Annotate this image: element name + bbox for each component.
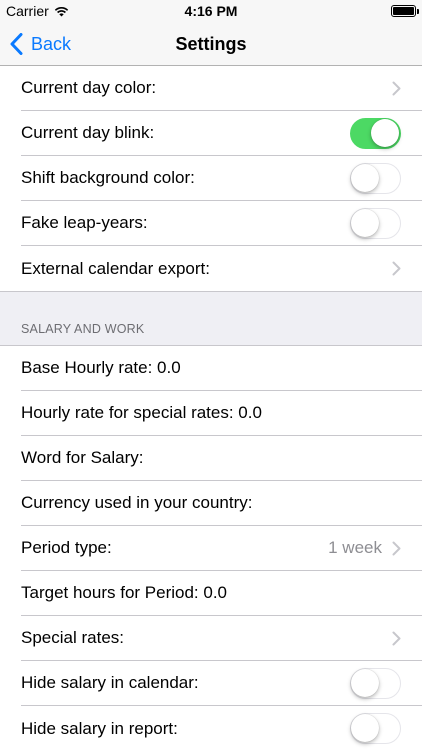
settings-row-word-for-salary[interactable]: Word for Salary: xyxy=(21,436,422,481)
settings-row-hourly-rate-for-special-rates-0-0[interactable]: Hourly rate for special rates: 0.0 xyxy=(21,391,422,436)
settings-row-special-rates[interactable]: Special rates: xyxy=(21,616,422,661)
settings-row-detail: 1 week xyxy=(328,538,382,557)
settings-row-label: Target hours for Period: 0.0 xyxy=(21,583,228,602)
settings-row-base-hourly-rate-0-0[interactable]: Base Hourly rate: 0.0 xyxy=(21,346,422,391)
settings-row-target-hours-for-period-0-0[interactable]: Target hours for Period: 0.0 xyxy=(21,571,422,616)
settings-row-accessory xyxy=(392,81,401,96)
chevron-right-icon xyxy=(392,261,401,276)
battery-level xyxy=(393,7,414,15)
settings-row-accessory xyxy=(350,162,401,194)
settings-row-accessory xyxy=(350,117,401,149)
chevron-right-icon xyxy=(392,541,401,555)
toggle-knob xyxy=(351,714,379,742)
battery-icon xyxy=(391,5,419,17)
settings-row-label: Fake leap-years: xyxy=(21,213,148,232)
chevron-left-icon xyxy=(10,33,23,55)
settings-row-label: Currency used in your country: xyxy=(21,493,253,512)
general-settings-group: Current day color: Current day blink: Shif… xyxy=(0,66,422,292)
settings-row-current-day-blink[interactable]: Current day blink: xyxy=(21,111,422,156)
chevron-right-icon xyxy=(392,631,401,645)
settings-row-external-calendar-export[interactable]: External calendar export: xyxy=(21,246,422,291)
section-header-salary: SALARY AND WORK xyxy=(21,322,145,336)
toggle-switch[interactable] xyxy=(350,117,401,149)
settings-row-accessory xyxy=(392,631,401,646)
settings-row-label: Shift background color: xyxy=(21,168,195,187)
settings-row-hide-salary-in-calendar[interactable]: Hide salary in calendar: xyxy=(21,661,422,706)
settings-row-accessory: 1 week xyxy=(328,538,401,558)
settings-row-label: Current day color: xyxy=(21,78,157,97)
settings-row-label: Special rates: xyxy=(21,628,124,647)
back-label: Back xyxy=(31,33,72,54)
settings-row-current-day-color[interactable]: Current day color: xyxy=(21,66,422,111)
settings-row-label: Current day blink: xyxy=(21,123,155,142)
settings-row-label: Hide salary in calendar: xyxy=(21,673,199,692)
settings-row-label: External calendar export: xyxy=(21,258,210,278)
settings-row-label: Base Hourly rate: 0.0 xyxy=(21,358,181,377)
toggle-switch[interactable] xyxy=(350,713,401,744)
chevron-right-icon xyxy=(392,81,401,95)
back-button[interactable]: Back xyxy=(10,22,71,66)
settings-row-fake-leap-years[interactable]: Fake leap-years: xyxy=(21,201,422,246)
toggle-switch[interactable] xyxy=(350,667,401,699)
toggle-switch[interactable] xyxy=(350,207,401,239)
status-bar: Carrier 4:16 PM xyxy=(0,0,422,22)
settings-row-label: Hourly rate for special rates: 0.0 xyxy=(21,403,262,422)
settings-row-accessory xyxy=(350,713,401,744)
settings-row-accessory xyxy=(392,261,401,276)
toggle-knob xyxy=(351,208,379,237)
clock: 4:16 PM xyxy=(184,3,238,19)
settings-row-label: Hide salary in report: xyxy=(21,718,178,738)
navigation-bar: Back Settings xyxy=(0,22,422,66)
settings-row-label: Word for Salary: xyxy=(21,448,144,467)
settings-row-shift-background-color[interactable]: Shift background color: xyxy=(21,156,422,201)
toggle-knob xyxy=(351,668,379,697)
toggle-switch[interactable] xyxy=(350,162,401,194)
settings-table[interactable]: Current day color: Current day blink: Shif… xyxy=(0,66,422,750)
section-separator: SALARY AND WORK xyxy=(0,292,422,345)
settings-row-hide-salary-in-report[interactable]: Hide salary in report: xyxy=(21,706,422,750)
settings-row-label: Period type: xyxy=(21,538,112,557)
settings-row-accessory xyxy=(350,207,401,239)
settings-row-accessory xyxy=(350,667,401,699)
settings-row-period-type[interactable]: Period type: 1 week xyxy=(21,526,422,571)
settings-row-currency-used-in-your-country[interactable]: Currency used in your country: xyxy=(21,481,422,526)
toggle-knob xyxy=(371,118,399,147)
toggle-knob xyxy=(351,163,379,192)
salary-settings-group: Base Hourly rate: 0.0 Hourly rate for spe… xyxy=(0,345,422,750)
